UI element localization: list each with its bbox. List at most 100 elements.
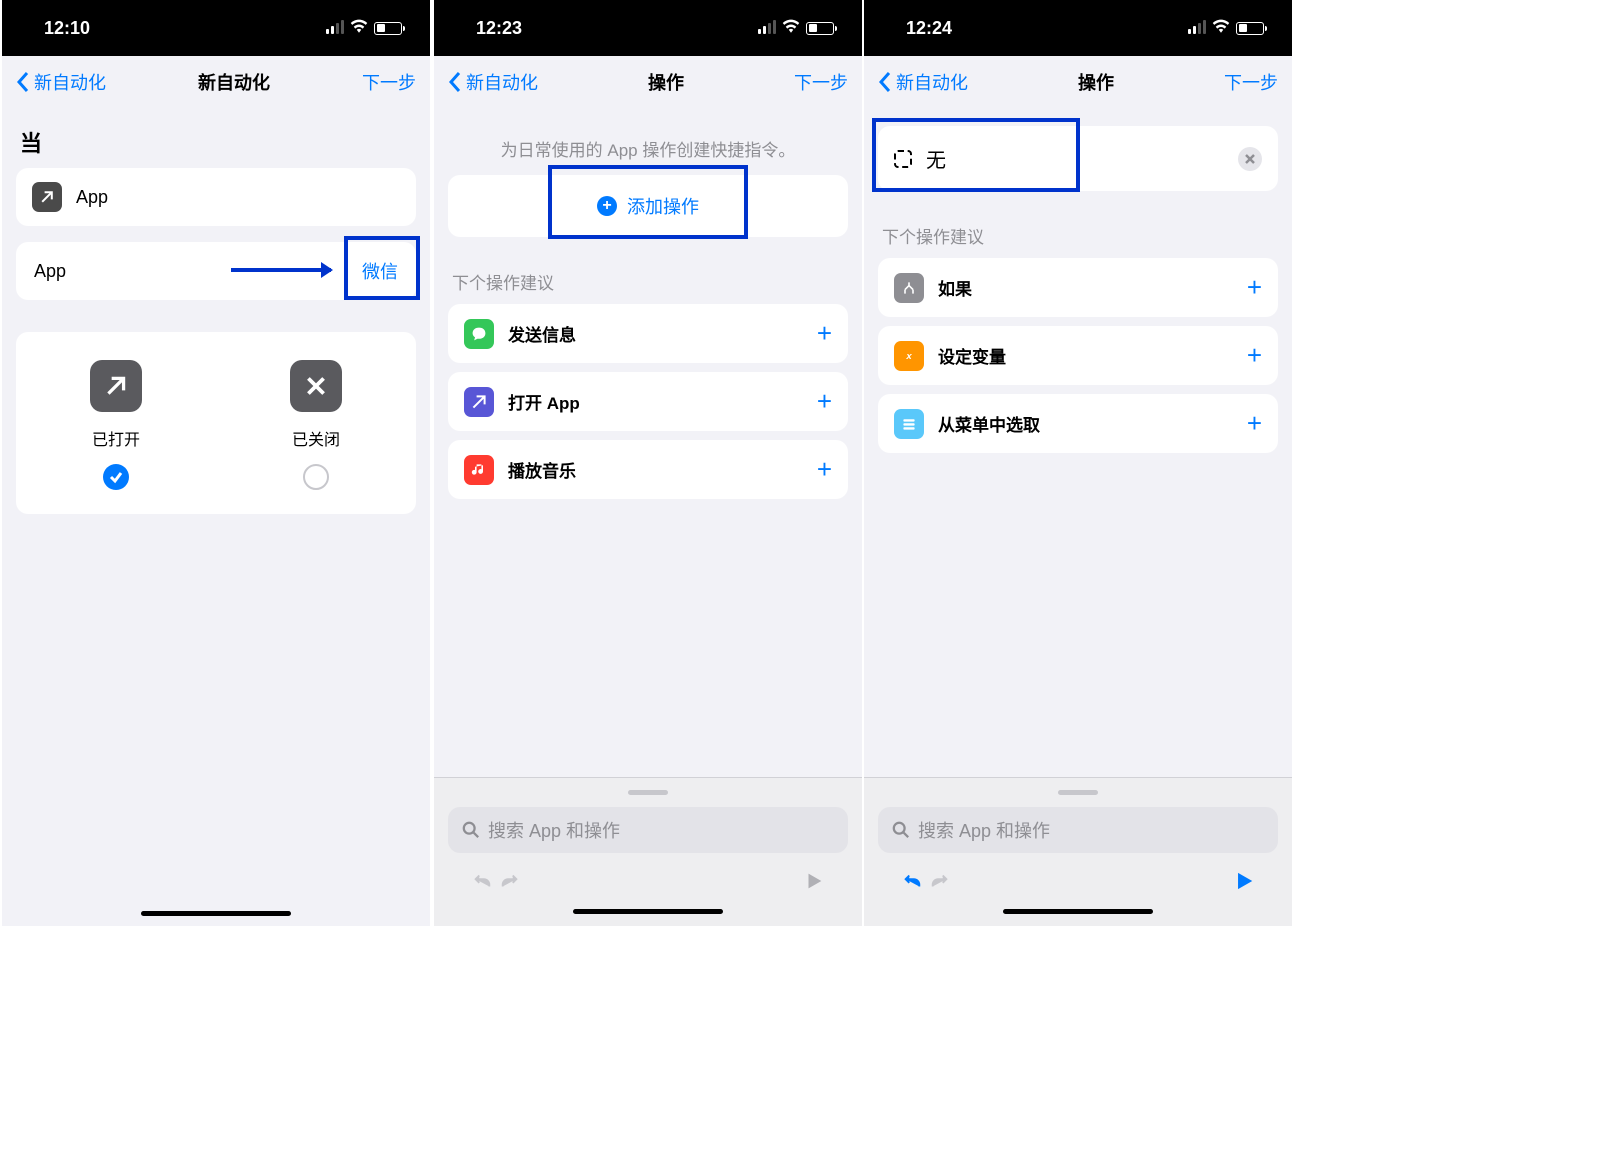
screen-new-automation: 12:10 新自动化 新自动化 下一步 当 App App 微信 [2, 0, 430, 926]
suggestion-if[interactable]: 如果 + [878, 258, 1278, 317]
plus-icon[interactable]: + [1247, 340, 1262, 371]
status-icons [326, 19, 402, 38]
screen-action-none: 12:24 新自动化 操作 下一步 无 下个操作建议 如果 + [864, 0, 1292, 926]
trigger-row-app[interactable]: App [16, 168, 416, 226]
next-button[interactable]: 下一步 [794, 69, 848, 95]
search-placeholder: 搜索 App 和操作 [488, 817, 620, 843]
suggestion-label: 发送信息 [508, 321, 803, 346]
add-action-button[interactable]: + 添加操作 [448, 175, 848, 237]
menu-icon [894, 409, 924, 439]
grabber[interactable] [1058, 790, 1098, 795]
plus-circle-icon: + [597, 196, 617, 216]
clear-button[interactable] [1238, 147, 1262, 171]
svg-text:x: x [905, 351, 912, 362]
when-label: 当 [20, 126, 412, 158]
search-bar[interactable]: 搜索 App 和操作 [878, 807, 1278, 853]
closed-label: 已关闭 [292, 426, 340, 450]
suggestion-open-app[interactable]: 打开 App + [448, 372, 848, 431]
plus-icon[interactable]: + [817, 454, 832, 485]
nav-bar: 新自动化 新自动化 下一步 [2, 56, 430, 108]
undo-button[interactable] [898, 867, 926, 895]
plus-icon[interactable]: + [817, 386, 832, 417]
option-closed[interactable]: 已关闭 [290, 360, 342, 490]
back-button[interactable]: 新自动化 [878, 69, 968, 95]
search-placeholder: 搜索 App 和操作 [918, 817, 1050, 843]
home-indicator[interactable] [573, 909, 723, 914]
content: 无 下个操作建议 如果 + x 设定变量 + 从菜单中选取 + [864, 108, 1292, 777]
close-x-icon [290, 360, 342, 412]
battery-icon [374, 22, 402, 35]
run-button[interactable] [1230, 867, 1258, 895]
wifi-icon [782, 19, 800, 38]
suggestion-send-message[interactable]: 发送信息 + [448, 304, 848, 363]
empty-placeholder-icon [894, 150, 912, 168]
suggestion-set-variable[interactable]: x 设定变量 + [878, 326, 1278, 385]
trigger-card: App [16, 168, 416, 226]
screen-add-action: 12:23 新自动化 操作 下一步 为日常使用的 App 操作创建快捷指令。 +… [434, 0, 862, 926]
status-icons [758, 19, 834, 38]
signal-icon [1188, 22, 1206, 34]
app-selector-label: App [34, 261, 66, 282]
grabber[interactable] [628, 790, 668, 795]
bottom-panel: 搜索 App 和操作 [434, 777, 862, 926]
run-button[interactable] [800, 867, 828, 895]
action-none-label: 无 [926, 144, 1224, 173]
suggestion-label: 播放音乐 [508, 457, 803, 482]
wifi-icon [350, 19, 368, 38]
hint-text: 为日常使用的 App 操作创建快捷指令。 [448, 136, 848, 161]
battery-icon [1236, 22, 1264, 35]
plus-icon[interactable]: + [1247, 408, 1262, 439]
battery-icon [806, 22, 834, 35]
open-app-icon [464, 387, 494, 417]
add-action-label: 添加操作 [627, 193, 699, 219]
redo-button[interactable] [496, 867, 524, 895]
branch-icon [894, 273, 924, 303]
content: 当 App App 微信 已打开 [2, 108, 430, 911]
suggestion-label: 打开 App [508, 389, 803, 414]
undo-button[interactable] [468, 867, 496, 895]
redo-button[interactable] [926, 867, 954, 895]
next-button[interactable]: 下一步 [362, 69, 416, 95]
action-card-none[interactable]: 无 [878, 126, 1278, 191]
app-open-icon [32, 182, 62, 212]
suggestion-label: 如果 [938, 275, 1233, 300]
status-bar: 12:23 [434, 0, 862, 56]
app-selector-row[interactable]: App 微信 [16, 242, 416, 300]
suggestions-label: 下个操作建议 [882, 223, 1274, 248]
suggestion-label: 从菜单中选取 [938, 411, 1233, 436]
back-label: 新自动化 [896, 69, 968, 95]
option-opened[interactable]: 已打开 [90, 360, 142, 490]
music-icon [464, 455, 494, 485]
suggestion-label: 设定变量 [938, 343, 1233, 368]
plus-icon[interactable]: + [817, 318, 832, 349]
toolbar [878, 853, 1278, 903]
back-button[interactable]: 新自动化 [448, 69, 538, 95]
search-bar[interactable]: 搜索 App 和操作 [448, 807, 848, 853]
plus-icon[interactable]: + [1247, 272, 1262, 303]
signal-icon [758, 22, 776, 34]
status-bar: 12:10 [2, 0, 430, 56]
nav-title: 操作 [648, 69, 684, 95]
suggestion-play-music[interactable]: 播放音乐 + [448, 440, 848, 499]
home-indicator[interactable] [1003, 909, 1153, 914]
nav-title: 操作 [1078, 69, 1114, 95]
message-icon [464, 319, 494, 349]
home-indicator[interactable] [141, 911, 291, 916]
signal-icon [326, 22, 344, 34]
status-icons [1188, 19, 1264, 38]
nav-bar: 新自动化 操作 下一步 [864, 56, 1292, 108]
nav-bar: 新自动化 操作 下一步 [434, 56, 862, 108]
back-button[interactable]: 新自动化 [16, 69, 106, 95]
app-state-card: 已打开 已关闭 [16, 332, 416, 514]
app-selector-value[interactable]: 微信 [362, 258, 398, 284]
next-button[interactable]: 下一步 [1224, 69, 1278, 95]
toolbar [448, 853, 848, 903]
opened-radio[interactable] [103, 464, 129, 490]
status-time: 12:24 [906, 18, 952, 39]
suggestion-choose-menu[interactable]: 从菜单中选取 + [878, 394, 1278, 453]
status-time: 12:10 [44, 18, 90, 39]
closed-radio[interactable] [303, 464, 329, 490]
arrow-annotation [231, 268, 331, 272]
suggestions-label: 下个操作建议 [452, 269, 844, 294]
status-bar: 12:24 [864, 0, 1292, 56]
